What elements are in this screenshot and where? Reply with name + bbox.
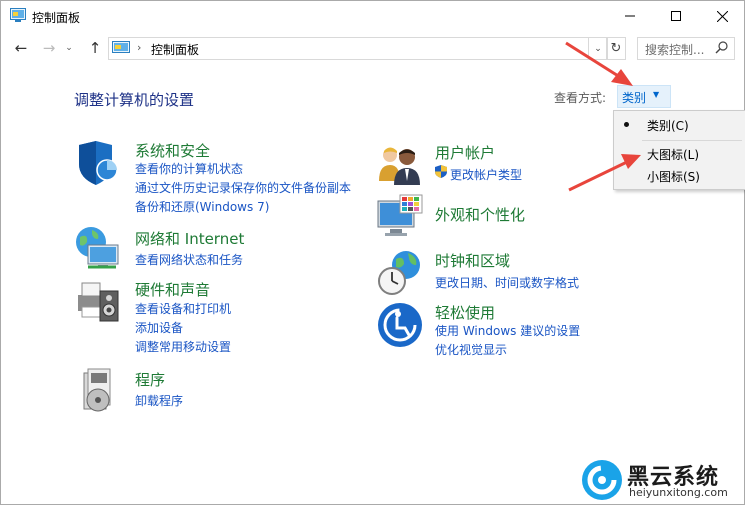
annotation-arrow-to-large-icons <box>568 154 641 192</box>
annotation-arrow-to-view-dropdown <box>565 41 633 86</box>
control-panel-window: 控制面板 ← → ⌄ ↑ › 控制面板 ⌄ ↻ 搜索控制... 调整计算机的设置… <box>0 0 745 505</box>
annotation-arrows <box>565 41 641 192</box>
cloud-logo-icon <box>582 460 622 500</box>
watermark: 黑云系统 heiyunxitong.com <box>579 457 739 503</box>
watermark-url: heiyunxitong.com <box>629 486 728 499</box>
